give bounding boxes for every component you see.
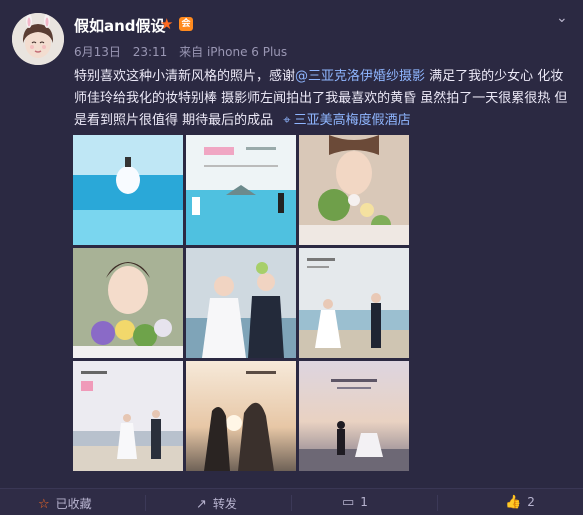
photo-thumbnail[interactable] bbox=[73, 248, 183, 358]
comment-button[interactable]: ▭ 1 bbox=[342, 495, 368, 510]
weibo-post-card: 假如and假设 ★ 会 ⌄ 6月13日 23:11 来自 iPhone 6 Pl… bbox=[0, 0, 583, 515]
photo-thumbnail[interactable] bbox=[186, 135, 296, 245]
post-meta: 6月13日 23:11 来自 iPhone 6 Plus bbox=[74, 43, 295, 60]
avatar[interactable] bbox=[12, 13, 64, 65]
comment-count: 1 bbox=[360, 495, 368, 509]
location-pin-icon: ⌖ bbox=[283, 113, 291, 128]
repost-label: 转发 bbox=[212, 497, 237, 511]
photo-thumbnail[interactable] bbox=[299, 361, 409, 471]
favorite-button[interactable]: ☆ 已收藏 bbox=[38, 495, 92, 512]
photo-grid bbox=[73, 135, 410, 472]
photo-thumbnail[interactable] bbox=[73, 135, 183, 245]
like-count: 2 bbox=[527, 495, 535, 509]
comment-icon: ▭ bbox=[342, 495, 355, 510]
action-bar: ☆ 已收藏 ↗ 转发 ▭ 1 👍 2 bbox=[0, 488, 583, 515]
star-outline-icon: ☆ bbox=[38, 497, 50, 512]
repost-button[interactable]: ↗ 转发 bbox=[196, 495, 237, 512]
chevron-down-icon[interactable]: ⌄ bbox=[556, 10, 568, 26]
post-source: 来自 iPhone 6 Plus bbox=[179, 45, 288, 59]
divider bbox=[145, 495, 146, 511]
photo-thumbnail[interactable] bbox=[186, 248, 296, 358]
like-button[interactable]: 👍 2 bbox=[505, 495, 535, 510]
photo-thumbnail[interactable] bbox=[73, 361, 183, 471]
favorite-label: 已收藏 bbox=[55, 497, 92, 511]
vip-badge-icon: 会 bbox=[179, 17, 193, 31]
divider bbox=[437, 495, 438, 511]
username[interactable]: 假如and假设 bbox=[74, 15, 166, 36]
divider bbox=[291, 495, 292, 511]
post-date[interactable]: 6月13日 bbox=[74, 45, 121, 59]
star-icon: ★ bbox=[160, 15, 174, 33]
photo-thumbnail[interactable] bbox=[186, 361, 296, 471]
mention-link[interactable]: @三亚克洛伊婚纱摄影 bbox=[295, 69, 425, 84]
repost-icon: ↗ bbox=[196, 497, 207, 512]
post-text-before: 特别喜欢这种小清新风格的照片，感谢 bbox=[74, 69, 296, 84]
location-link[interactable]: 三亚美高梅度假酒店 bbox=[294, 113, 411, 128]
photo-thumbnail[interactable] bbox=[299, 248, 409, 358]
photo-thumbnail[interactable] bbox=[299, 135, 409, 245]
post-text: 特别喜欢这种小清新风格的照片，感谢@三亚克洛伊婚纱摄影 满足了我的少女心 化妆师… bbox=[74, 66, 574, 132]
post-time[interactable]: 23:11 bbox=[133, 45, 168, 59]
thumbs-up-icon: 👍 bbox=[505, 495, 522, 510]
